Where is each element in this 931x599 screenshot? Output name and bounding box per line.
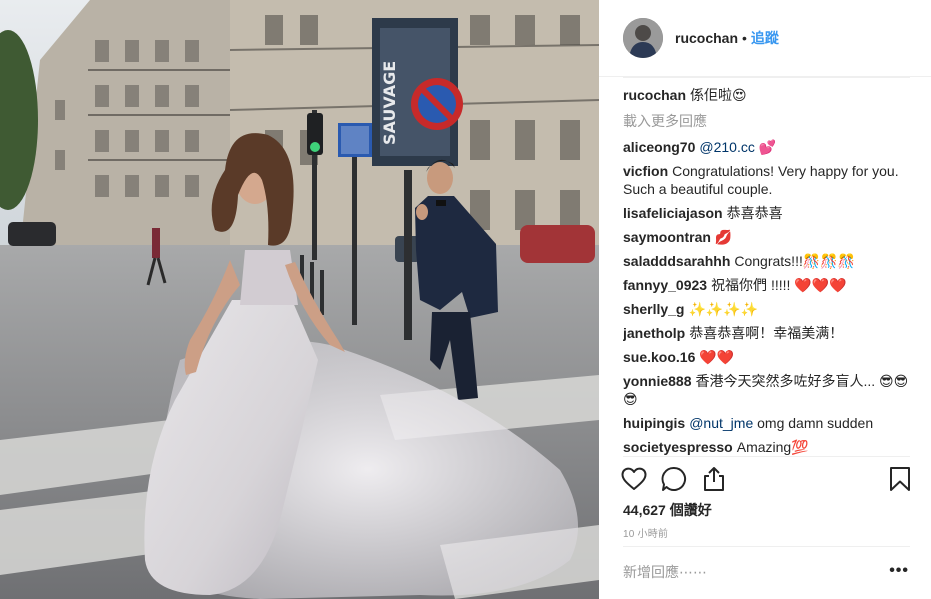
- comment-item: sherlly_g ✨✨✨✨: [623, 300, 911, 318]
- comment-icon: [661, 466, 686, 491]
- comment-username[interactable]: vicfion: [623, 163, 668, 179]
- comment-mention[interactable]: @nut_jme: [689, 415, 753, 431]
- comment-item: huipingis @nut_jme omg damn sudden: [623, 414, 911, 432]
- comment-username[interactable]: lisafeliciajason: [623, 205, 723, 221]
- caption-text: 係佢啦😍: [690, 87, 747, 103]
- avatar-image: [623, 18, 663, 58]
- comment-item: janetholp 恭喜恭喜啊！幸福美满！: [623, 324, 911, 342]
- comment-item: aliceong70 @210.cc 💕: [623, 138, 911, 156]
- comment-text: omg damn sudden: [753, 415, 874, 431]
- more-options-button[interactable]: •••: [889, 562, 909, 580]
- comment-button[interactable]: [661, 466, 687, 492]
- comment-text: ❤️❤️: [699, 349, 735, 365]
- post-header: rucochan • 追蹤: [599, 0, 931, 77]
- comment-item: lisafeliciajason 恭喜恭喜: [623, 204, 911, 222]
- add-comment-input[interactable]: 新增回應⋯⋯: [623, 562, 707, 582]
- comment-username[interactable]: societyespresso: [623, 439, 733, 455]
- comment-text: Amazing💯: [736, 439, 809, 455]
- comment-username[interactable]: fannyy_0923: [623, 277, 707, 293]
- comment-item: yonnie888 香港今天突然多咗好多盲人... 😎😎😎: [623, 372, 911, 408]
- comment-item: societyespresso Amazing💯: [623, 438, 911, 456]
- comment-text: 祝福你們 !!!!! ❤️❤️❤️: [711, 277, 847, 293]
- load-more-comments-button[interactable]: 載入更多回應: [623, 112, 911, 130]
- post-timestamp[interactable]: 10 小時前: [623, 525, 668, 540]
- comment-mention[interactable]: @210.cc: [699, 139, 754, 155]
- billboard-text: SAUVAGE: [380, 61, 399, 145]
- share-button[interactable]: [701, 466, 727, 492]
- action-bar: [621, 466, 913, 492]
- header-divider: [623, 77, 910, 78]
- comment-text: 💋: [714, 229, 733, 245]
- comment-text: ✨✨✨✨: [688, 301, 759, 317]
- post-photo[interactable]: SAUVAGE: [0, 0, 599, 599]
- comment-username[interactable]: saymoontran: [623, 229, 711, 245]
- comment-username[interactable]: aliceong70: [623, 139, 695, 155]
- add-comment-divider: [623, 546, 910, 547]
- comment-item: fannyy_0923 祝福你們 !!!!! ❤️❤️❤️: [623, 276, 911, 294]
- comment-username[interactable]: janetholp: [623, 325, 685, 341]
- photo-illustration: SAUVAGE: [0, 0, 599, 599]
- header-username[interactable]: rucochan: [675, 30, 738, 46]
- comment-item: vicfion Congratulations! Very happy for y…: [623, 162, 911, 198]
- comments-list[interactable]: rucochan 係佢啦😍 載入更多回應 aliceong70 @210.cc 💕 …: [623, 86, 911, 456]
- caption: rucochan 係佢啦😍: [623, 86, 911, 104]
- like-button[interactable]: [621, 466, 647, 492]
- bookmark-icon: [890, 467, 910, 491]
- comment-item: sue.koo.16 ❤️❤️: [623, 348, 911, 366]
- comment-text: 💕: [754, 139, 777, 155]
- comment-text: 恭喜恭喜: [726, 205, 783, 221]
- caption-username[interactable]: rucochan: [623, 87, 686, 103]
- comments-divider: [623, 456, 910, 457]
- heart-icon: [621, 467, 647, 490]
- follow-button[interactable]: 追蹤: [751, 28, 779, 48]
- comment-username[interactable]: huipingis: [623, 415, 685, 431]
- comment-username[interactable]: saladddsarahhh: [623, 253, 730, 269]
- comment-username[interactable]: yonnie888: [623, 373, 691, 389]
- comment-username[interactable]: sue.koo.16: [623, 349, 695, 365]
- avatar[interactable]: [623, 18, 663, 58]
- save-button[interactable]: [887, 466, 913, 492]
- comment-username[interactable]: sherlly_g: [623, 301, 684, 317]
- comment-text: 恭喜恭喜啊！幸福美满！: [689, 325, 844, 341]
- share-icon: [704, 467, 724, 491]
- comment-item: saymoontran 💋: [623, 228, 911, 246]
- comment-text: Congrats!!!🎊🎊🎊: [734, 253, 856, 269]
- comment-item: saladddsarahhh Congrats!!!🎊🎊🎊: [623, 252, 911, 270]
- post-side-panel: rucochan • 追蹤 rucochan 係佢啦😍 載入更多回應 aliceo…: [599, 0, 931, 599]
- header-separator: •: [742, 30, 747, 46]
- like-count[interactable]: 44,627 個讚好: [623, 500, 712, 520]
